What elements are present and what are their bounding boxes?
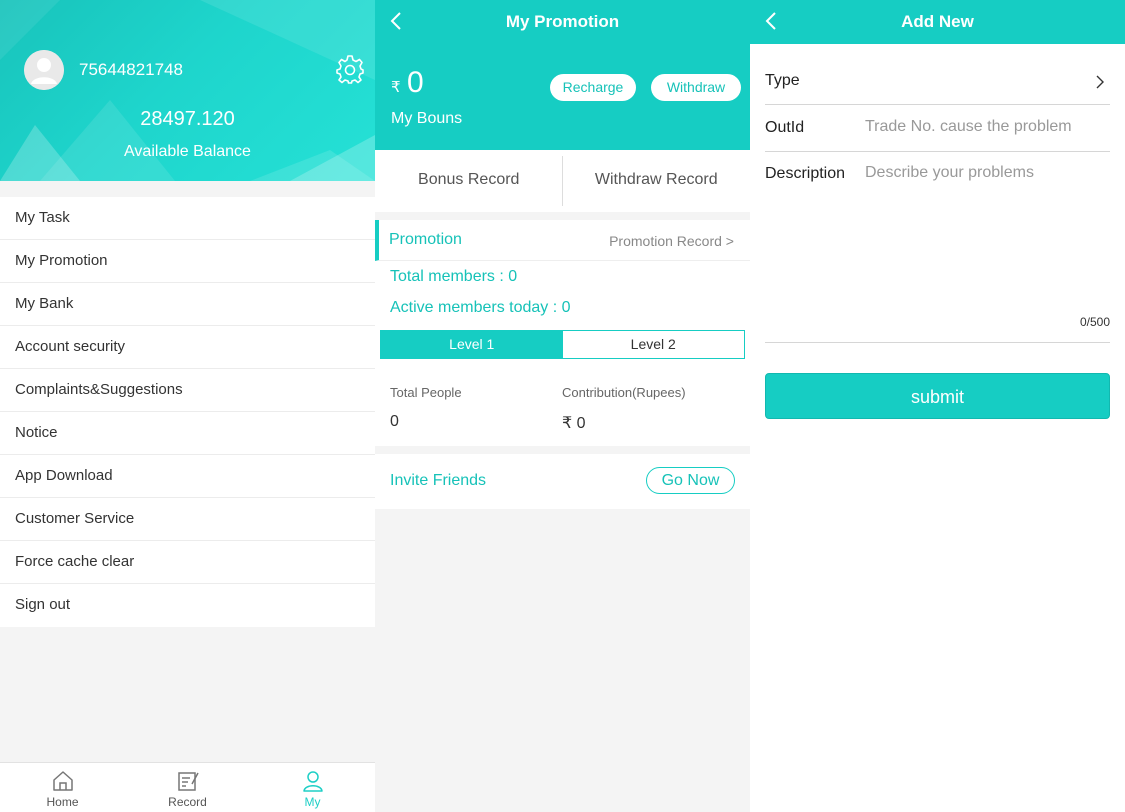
profile-header: 75644821748 28497.120 Available Balance	[0, 0, 375, 181]
bonus-label: My Bouns	[391, 110, 463, 127]
bottom-tab-bar: Home Record My	[0, 762, 375, 812]
settings-menu: My Task My Promotion My Bank Account sec…	[0, 197, 375, 627]
type-selector[interactable]: Type	[765, 58, 1110, 105]
user-avatar-icon	[24, 50, 64, 90]
outid-input[interactable]	[865, 118, 1105, 136]
type-label: Type	[765, 72, 800, 89]
tab-my-label: My	[304, 795, 321, 809]
menu-item-sign-out[interactable]: Sign out	[0, 584, 375, 627]
tab-home-label: Home	[46, 795, 79, 809]
withdraw-record-button[interactable]: Withdraw Record	[563, 150, 751, 212]
page-title: My Promotion	[505, 12, 620, 31]
promotion-navbar: My Promotion	[375, 0, 750, 44]
go-now-button[interactable]: Go Now	[646, 467, 735, 494]
level-switch: Level 1 Level 2	[380, 330, 745, 359]
avatar[interactable]	[24, 50, 64, 90]
promotion-section-header: Promotion Promotion Record >	[375, 220, 750, 261]
balance-label: Available Balance	[124, 143, 251, 160]
level-1-tab[interactable]: Level 1	[381, 331, 563, 358]
chevron-right-icon[interactable]	[1095, 74, 1105, 90]
recharge-button[interactable]: Recharge	[550, 74, 636, 101]
menu-item-app-download[interactable]: App Download	[0, 455, 375, 498]
menu-item-force-cache-clear[interactable]: Force cache clear	[0, 541, 375, 584]
bonus-amount: 0	[407, 66, 424, 99]
currency-symbol: ₹	[391, 79, 401, 96]
balance-amount: 28497.120	[140, 108, 235, 130]
submit-button[interactable]: submit	[765, 373, 1110, 419]
tab-record[interactable]: Record	[125, 763, 250, 812]
character-counter: 0/500	[1079, 315, 1110, 329]
page-title: Add New	[901, 12, 974, 31]
promotion-card: Promotion Promotion Record > Total membe…	[375, 220, 750, 446]
invite-friends-label: Invite Friends	[390, 472, 487, 489]
description-row: Description	[765, 152, 1110, 343]
invite-friends-row: Invite Friends Go Now	[375, 454, 750, 509]
menu-item-my-task[interactable]: My Task	[0, 197, 375, 240]
promotion-record-link[interactable]: Promotion Record >	[609, 233, 734, 249]
tab-record-label: Record	[168, 795, 207, 809]
divider	[562, 156, 563, 206]
promotion-panel: My Promotion ₹ 0 My Bouns Recharge Withd…	[375, 0, 750, 812]
menu-item-account-security[interactable]: Account security	[0, 326, 375, 369]
contribution-header: Contribution(Rupees)	[562, 385, 686, 400]
add-new-navbar: Add New	[750, 0, 1125, 44]
home-icon	[52, 771, 73, 791]
level-2-tab[interactable]: Level 2	[562, 331, 744, 358]
my-panel: 75644821748 28497.120 Available Balance …	[0, 0, 375, 812]
active-members-today: Active members today : 0	[390, 299, 571, 316]
menu-item-my-bank[interactable]: My Bank	[0, 283, 375, 326]
outid-label: OutId	[765, 119, 805, 136]
menu-item-my-promotion[interactable]: My Promotion	[0, 240, 375, 283]
record-icon	[177, 772, 199, 791]
menu-item-customer-service[interactable]: Customer Service	[0, 498, 375, 541]
gear-icon[interactable]	[335, 54, 365, 84]
total-people-value: 0	[390, 413, 399, 430]
promotion-title: Promotion	[389, 231, 462, 248]
description-textarea[interactable]	[865, 164, 1105, 182]
add-new-panel: Add New Type OutId Description 0/500 sub…	[750, 0, 1125, 812]
outid-row: OutId	[765, 105, 1110, 152]
user-phone: 75644821748	[79, 60, 184, 79]
tab-home[interactable]: Home	[0, 763, 125, 812]
total-members: Total members : 0	[390, 268, 518, 285]
menu-item-complaints-suggestions[interactable]: Complaints&Suggestions	[0, 369, 375, 412]
user-icon	[302, 771, 323, 792]
bonus-record-button[interactable]: Bonus Record	[375, 150, 563, 212]
total-people-header: Total People	[390, 385, 462, 400]
record-tabs: Bonus Record Withdraw Record	[375, 150, 750, 212]
description-label: Description	[765, 165, 846, 182]
contribution-value: ₹ 0	[562, 415, 586, 432]
tab-my[interactable]: My	[250, 763, 375, 812]
withdraw-button[interactable]: Withdraw	[651, 74, 741, 101]
menu-item-notice[interactable]: Notice	[0, 412, 375, 455]
